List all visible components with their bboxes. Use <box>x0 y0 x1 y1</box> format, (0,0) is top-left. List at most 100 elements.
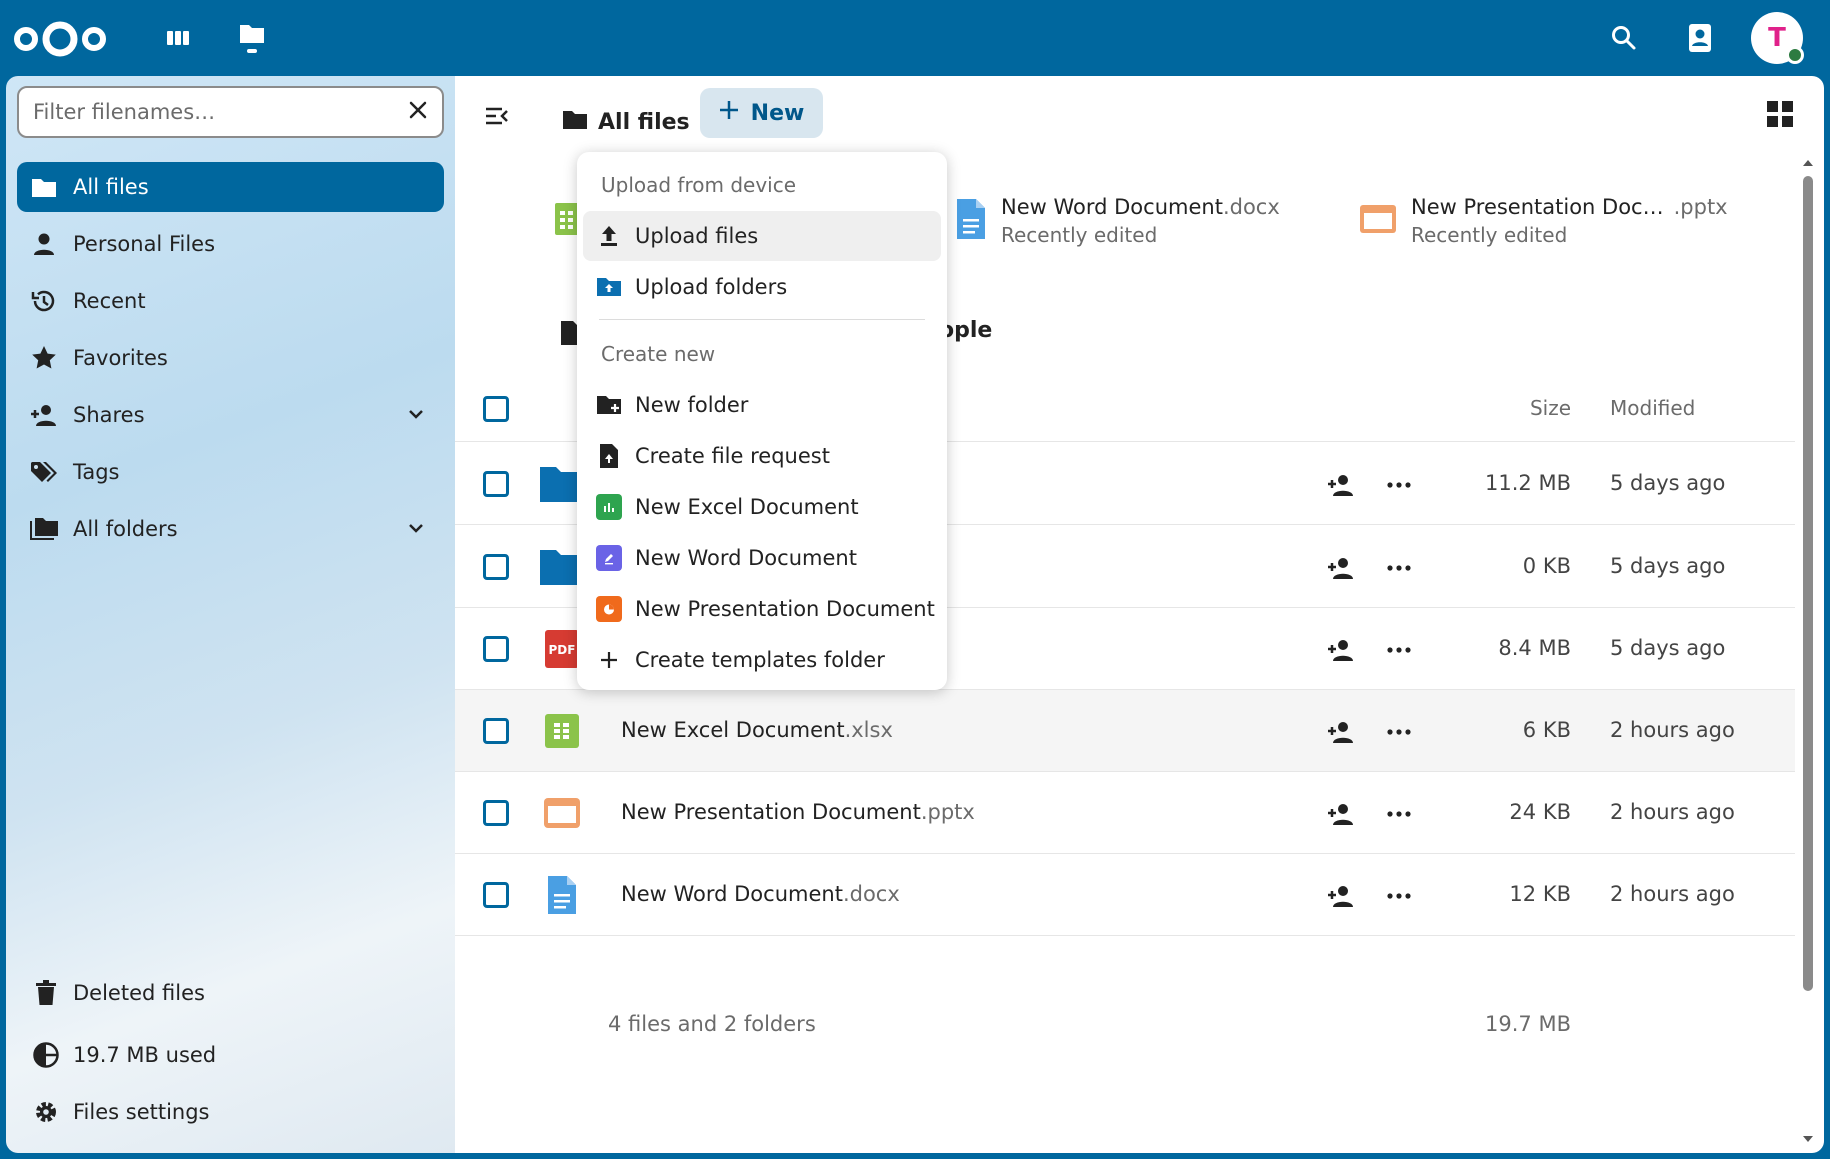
column-size-header[interactable]: Size <box>1530 396 1571 420</box>
files-settings-button[interactable]: Files settings <box>17 1087 444 1137</box>
row-checkbox[interactable] <box>483 800 509 826</box>
new-folder-menu-item[interactable]: New folder <box>583 380 941 430</box>
search-icon[interactable] <box>1602 18 1646 58</box>
row-checkbox[interactable] <box>483 636 509 662</box>
folder-multiple-icon <box>29 514 59 544</box>
sidebar-item-label: Personal Files <box>73 232 216 256</box>
select-all-checkbox[interactable] <box>483 396 509 422</box>
toggle-navigation-button[interactable] <box>479 100 515 136</box>
breadcrumb-all-files[interactable]: All files <box>562 98 690 146</box>
chevron-down-icon[interactable] <box>406 404 426 429</box>
breadcrumb-label: All files <box>598 109 690 135</box>
new-button[interactable]: New <box>700 88 823 138</box>
sidebar-item-tags[interactable]: Tags <box>17 447 444 497</box>
sidebar-item-all-files[interactable]: All files <box>17 162 444 212</box>
file-modified: 5 days ago <box>1610 471 1726 495</box>
sidebar-item-favorites[interactable]: Favorites <box>17 333 444 383</box>
file-name[interactable]: New Word Document.docx <box>621 882 900 906</box>
share-icon[interactable] <box>1323 878 1359 914</box>
file-list-summary: 4 files and 2 folders 19.7 MB <box>455 996 1795 1056</box>
sidebar-item-label: Shares <box>73 403 145 427</box>
folder-plus-icon <box>595 391 623 419</box>
share-icon[interactable] <box>1323 467 1359 503</box>
more-actions-icon[interactable] <box>1381 467 1417 503</box>
sidebar-item-label: All folders <box>73 517 178 541</box>
file-name-base: New Word Document <box>621 882 843 906</box>
more-actions-icon[interactable] <box>1381 878 1417 914</box>
upload-folders-label: Upload folders <box>635 275 788 299</box>
scrollbar-thumb[interactable] <box>1803 176 1813 991</box>
menu-separator <box>599 319 925 320</box>
avatar-initial: T <box>1768 23 1786 53</box>
share-icon[interactable] <box>1323 632 1359 668</box>
more-actions-icon[interactable] <box>1381 550 1417 586</box>
table-row[interactable]: New Word Document.docx 12 KB 2 hours ago <box>455 854 1795 936</box>
deleted-files-label: Deleted files <box>73 981 205 1005</box>
svg-text:PDF: PDF <box>549 643 576 657</box>
menu-collapse-icon <box>485 106 509 130</box>
recent-card-word[interactable]: New Word Document.docx Recently edited <box>955 186 1280 256</box>
upload-files-label: Upload files <box>635 224 759 248</box>
more-actions-icon[interactable] <box>1381 796 1417 832</box>
recent-presentation-name: New Presentation Doc… <box>1411 195 1664 219</box>
upload-folders-menu-item[interactable]: Upload folders <box>583 262 941 312</box>
file-modified: 5 days ago <box>1610 636 1726 660</box>
more-actions-icon[interactable] <box>1381 714 1417 750</box>
files-app-icon[interactable] <box>232 18 272 58</box>
storage-quota[interactable]: 19.7 MB used <box>17 1030 444 1080</box>
sidebar-item-shares[interactable]: Shares <box>17 390 444 440</box>
contacts-icon[interactable] <box>1678 18 1722 58</box>
share-icon[interactable] <box>1323 550 1359 586</box>
file-name-ext: .docx <box>842 882 900 906</box>
filter-field[interactable] <box>17 86 444 138</box>
new-excel-document-menu-item[interactable]: New Excel Document <box>583 482 941 532</box>
share-icon[interactable] <box>1323 796 1359 832</box>
summary-size: 19.7 MB <box>1485 1012 1571 1036</box>
create-templates-folder-menu-item[interactable]: Create templates folder <box>583 635 941 685</box>
online-status-indicator <box>1786 46 1804 64</box>
file-size: 12 KB <box>1509 882 1571 906</box>
clear-filter-icon[interactable] <box>408 100 428 124</box>
table-row[interactable]: New Presentation Document.pptx 24 KB 2 h… <box>455 772 1795 854</box>
recent-card-presentation[interactable]: New Presentation Doc… .pptx Recently edit… <box>1359 186 1728 256</box>
sidebar-item-personal-files[interactable]: Personal Files <box>17 219 444 269</box>
row-checkbox[interactable] <box>483 554 509 580</box>
new-folder-label: New folder <box>635 393 749 417</box>
create-file-request-menu-item[interactable]: Create file request <box>583 431 941 481</box>
share-person-icon <box>29 400 59 430</box>
trash-icon <box>31 978 61 1008</box>
chevron-down-icon[interactable] <box>406 518 426 543</box>
table-row[interactable]: New Excel Document.xlsx 6 KB 2 hours ago <box>455 690 1795 772</box>
upload-icon <box>595 222 623 250</box>
dashboard-app-icon[interactable] <box>158 18 198 58</box>
new-word-document-menu-item[interactable]: New Word Document <box>583 533 941 583</box>
document-icon <box>955 197 987 245</box>
presentation-icon <box>539 790 585 836</box>
recent-presentation-subtitle: Recently edited <box>1411 223 1568 247</box>
new-word-document-label: New Word Document <box>635 546 857 570</box>
nextcloud-logo[interactable] <box>12 18 108 60</box>
row-checkbox[interactable] <box>483 882 509 908</box>
folder-upload-icon <box>595 273 623 301</box>
file-name[interactable]: New Excel Document.xlsx <box>621 718 893 742</box>
new-presentation-document-menu-item[interactable]: New Presentation Document <box>583 584 941 634</box>
document-icon <box>595 544 623 572</box>
sidebar-item-deleted-files[interactable]: Deleted files <box>17 968 444 1018</box>
row-checkbox[interactable] <box>483 471 509 497</box>
gear-icon <box>31 1097 61 1127</box>
row-checkbox[interactable] <box>483 718 509 744</box>
plus-icon <box>595 646 623 674</box>
create-caption: Create new <box>601 342 716 366</box>
sidebar-item-label: Favorites <box>73 346 168 370</box>
file-name[interactable]: New Presentation Document.pptx <box>621 800 975 824</box>
person-icon <box>29 229 59 259</box>
sidebar-item-all-folders[interactable]: All folders <box>17 504 444 554</box>
grid-view-toggle[interactable] <box>1760 96 1800 136</box>
more-actions-icon[interactable] <box>1381 632 1417 668</box>
folder-icon <box>562 108 588 136</box>
upload-files-menu-item[interactable]: Upload files <box>583 211 941 261</box>
column-modified-header[interactable]: Modified <box>1610 396 1695 420</box>
sidebar-item-recent[interactable]: Recent <box>17 276 444 326</box>
filter-input[interactable] <box>33 100 408 124</box>
share-icon[interactable] <box>1323 714 1359 750</box>
